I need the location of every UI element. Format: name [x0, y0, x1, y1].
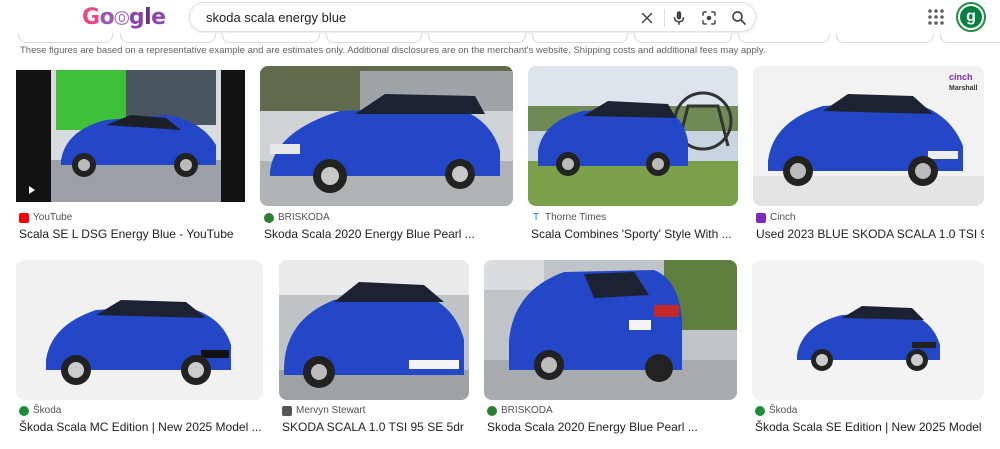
cinch-badge-text: cinch [949, 72, 973, 82]
account-avatar[interactable]: g [956, 2, 986, 32]
result-source: Mervyn Stewart [282, 405, 365, 416]
filter-chips-row [0, 33, 1000, 43]
source-name: BRISKODA [278, 212, 330, 223]
filter-chip[interactable] [634, 33, 732, 43]
cinch-logo-icon [756, 212, 766, 223]
result-source: Cinch [756, 212, 796, 223]
filter-chip[interactable] [428, 33, 526, 43]
result-source: T Thorne Times [531, 212, 606, 223]
result-title[interactable]: Used 2023 BLUE SKODA SCALA 1.0 TSI 95 ..… [756, 227, 984, 241]
result-title[interactable]: Skoda Scala 2020 Energy Blue Pearl ... [487, 420, 737, 434]
result-title[interactable]: SKODA SCALA 1.0 TSI 95 SE 5dr [282, 420, 472, 434]
result-title[interactable]: Scala SE L DSG Energy Blue - YouTube [19, 227, 245, 241]
source-name: BRISKODA [501, 405, 553, 416]
result-thumbnail[interactable] [16, 70, 245, 202]
search-divider [664, 9, 665, 27]
cinch-badge-subtext: Marshall [949, 85, 977, 92]
filter-chip[interactable] [836, 33, 934, 43]
shopping-disclaimer: These figures are based on a representat… [20, 45, 766, 56]
source-name: YouTube [33, 212, 73, 223]
result-thumbnail[interactable] [484, 260, 737, 400]
ms-logo-icon [282, 405, 292, 416]
skoda-logo-icon [19, 405, 29, 416]
skoda-logo-icon [487, 405, 497, 416]
apps-grid-icon[interactable] [927, 8, 945, 26]
result-source: Škoda [755, 405, 797, 416]
search-box[interactable]: skoda scala energy blue [189, 2, 756, 32]
source-name: Thorne Times [545, 212, 607, 223]
source-name: Škoda [769, 405, 798, 416]
skoda-logo-icon [264, 212, 274, 223]
youtube-favicon-icon [19, 212, 29, 223]
avatar-letter: g [960, 6, 982, 28]
source-name: Škoda [33, 405, 62, 416]
clear-icon[interactable] [638, 9, 656, 27]
top-bar: Google skoda scala energy blue g [0, 0, 1000, 36]
result-thumbnail[interactable] [528, 66, 738, 206]
filter-chip[interactable] [120, 33, 216, 43]
filter-chip[interactable] [222, 33, 320, 43]
result-title[interactable]: Skoda Scala 2020 Energy Blue Pearl ... [264, 227, 514, 241]
filter-chip[interactable] [738, 33, 830, 43]
source-name: Mervyn Stewart [296, 405, 366, 416]
result-title[interactable]: Scala Combines 'Sporty' Style With ... [531, 227, 741, 241]
source-name: Cinch [770, 212, 796, 223]
filter-chip[interactable] [532, 33, 628, 43]
microphone-icon[interactable] [670, 9, 688, 27]
result-title[interactable]: Škoda Scala SE Edition | New 2025 Model … [755, 420, 984, 434]
result-thumbnail[interactable]: cinch Marshall [753, 66, 984, 206]
result-thumbnail[interactable] [752, 260, 984, 400]
filter-chip[interactable] [326, 33, 422, 43]
filter-chip[interactable] [18, 33, 113, 43]
result-thumbnail[interactable] [16, 260, 263, 400]
google-doodle-logo[interactable]: Google [82, 3, 166, 33]
result-source: BRISKODA [487, 405, 553, 416]
result-title[interactable]: Škoda Scala MC Edition | New 2025 Model … [19, 420, 263, 434]
google-lens-icon[interactable] [700, 9, 718, 27]
result-thumbnail[interactable] [260, 66, 513, 206]
result-thumbnail[interactable] [279, 260, 469, 400]
result-source: BRISKODA [264, 212, 330, 223]
search-icon[interactable] [730, 9, 748, 27]
skoda-logo-icon [755, 405, 765, 416]
filter-chip[interactable] [940, 33, 1000, 43]
search-input[interactable]: skoda scala energy blue [206, 10, 346, 25]
result-source: Škoda [19, 405, 61, 416]
result-source: YouTube [19, 212, 72, 223]
t-letter-icon: T [532, 211, 540, 223]
